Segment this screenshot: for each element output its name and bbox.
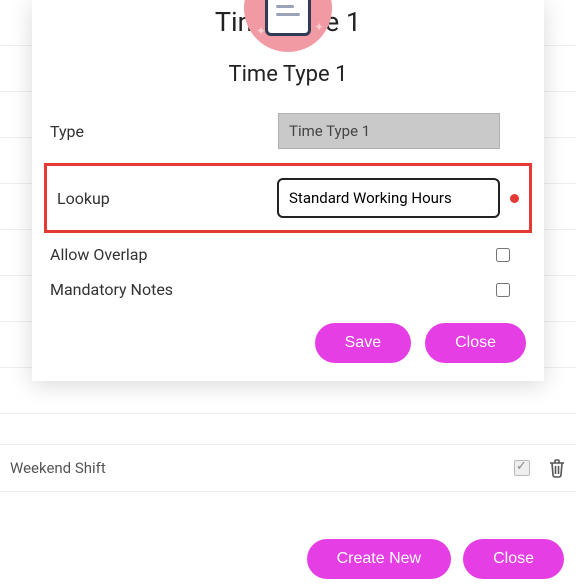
list-item-weekend[interactable]: Weekend Shift [0, 444, 576, 492]
mandatory-notes-label: Mandatory Notes [50, 280, 496, 299]
lookup-input[interactable] [277, 178, 500, 218]
type-row: Type Time Type 1 [50, 103, 526, 159]
allow-overlap-checkbox[interactable] [496, 248, 510, 262]
time-type-modal: Time Type 1 ✦ ✦ ✦ ✦ Time Type 1 Type Tim… [32, 0, 544, 381]
page-close-button[interactable]: Close [463, 539, 564, 579]
mandatory-notes-row: Mandatory Notes [50, 272, 526, 307]
lookup-row-highlight: Lookup [44, 163, 532, 233]
allow-overlap-row: Allow Overlap [50, 237, 526, 272]
modal-subtitle: Time Type 1 [32, 62, 544, 87]
save-button[interactable]: Save [315, 323, 411, 363]
modal-close-button[interactable]: Close [425, 323, 526, 363]
type-value: Time Type 1 [278, 113, 500, 149]
weekend-checkbox-disabled [514, 460, 530, 476]
mandatory-notes-checkbox[interactable] [496, 283, 510, 297]
type-label: Type [50, 122, 250, 141]
page-footer: Create New Close [307, 539, 564, 579]
required-indicator-icon [510, 194, 519, 203]
allow-overlap-label: Allow Overlap [50, 245, 496, 264]
lookup-label: Lookup [57, 189, 253, 208]
create-new-button[interactable]: Create New [307, 539, 451, 579]
list-item-label: Weekend Shift [10, 459, 106, 477]
clipboard-icon: ✦ ✦ ✦ ✦ [244, 0, 332, 52]
trash-icon[interactable] [548, 458, 566, 478]
